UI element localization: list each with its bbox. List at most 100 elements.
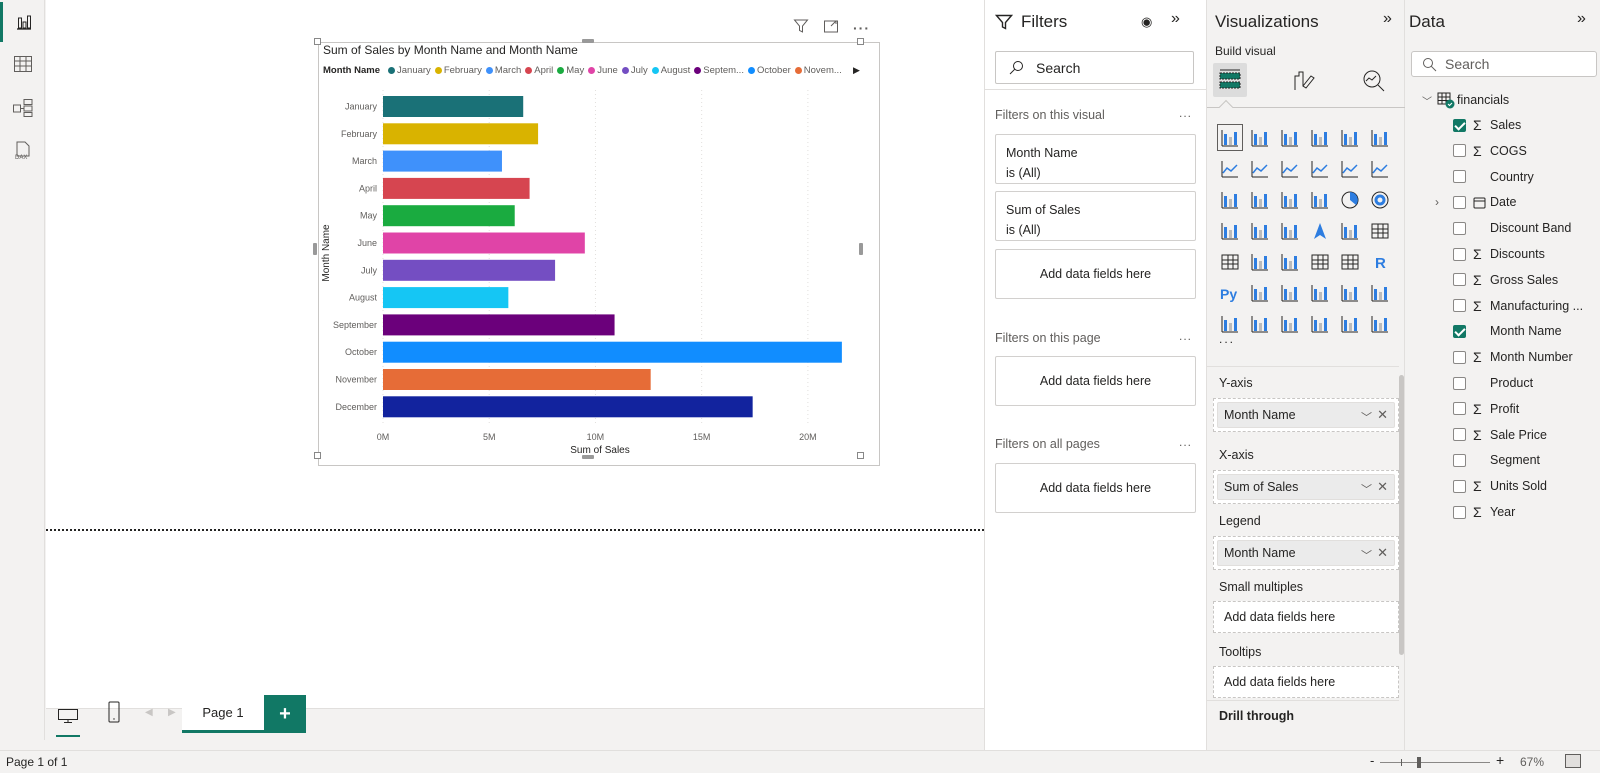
line-column-visual-button[interactable] bbox=[1335, 153, 1365, 184]
x-axis-well[interactable]: Sum of Sales ﹀ ✕ bbox=[1213, 470, 1399, 504]
collapse-visualizations-icon[interactable]: » bbox=[1383, 10, 1392, 28]
field-checkbox[interactable] bbox=[1453, 221, 1466, 235]
bar-june[interactable] bbox=[383, 232, 585, 254]
bar-november[interactable] bbox=[383, 369, 651, 390]
more-options-icon[interactable]: ... bbox=[1179, 329, 1192, 343]
zoom-out-button[interactable]: - bbox=[1370, 753, 1374, 768]
smart-narrative-visual-button[interactable] bbox=[1335, 277, 1365, 308]
add-all-pages-filter-field[interactable]: Add data fields here bbox=[995, 463, 1196, 513]
kpi-visual-button[interactable] bbox=[1245, 246, 1275, 277]
more-options-icon[interactable]: ... bbox=[1179, 106, 1192, 120]
field-checkbox[interactable] bbox=[1453, 118, 1466, 132]
decomposition-tree-visual-button[interactable] bbox=[1275, 277, 1305, 308]
more-visuals-button[interactable]: ... bbox=[1219, 332, 1235, 346]
filter-card-sum-of-sales[interactable]: Sum of Sales is (All) bbox=[995, 191, 1196, 241]
table-financials[interactable]: ﹀ financials bbox=[1405, 87, 1600, 113]
chevron-down-icon[interactable]: ﹀ bbox=[1361, 409, 1372, 425]
funnel-visual-button[interactable] bbox=[1275, 184, 1305, 215]
x-axis-field-pill[interactable]: Sum of Sales ﹀ ✕ bbox=[1217, 474, 1395, 500]
field-month-name[interactable]: Month Name bbox=[1405, 318, 1600, 344]
remove-field-icon[interactable]: ✕ bbox=[1377, 479, 1388, 495]
collapse-data-icon[interactable]: » bbox=[1577, 10, 1586, 28]
bar-may[interactable] bbox=[383, 205, 515, 227]
resize-handle[interactable] bbox=[314, 38, 321, 45]
filter-card-month-name[interactable]: Month Name is (All) bbox=[995, 134, 1196, 184]
field-gross-sales[interactable]: Σ Gross Sales bbox=[1405, 267, 1600, 293]
field-checkbox[interactable] bbox=[1453, 299, 1466, 313]
metrics-visual-button[interactable] bbox=[1365, 277, 1395, 308]
powerapps-diamond-visual-button[interactable] bbox=[1335, 308, 1365, 339]
treemap-visual-button[interactable] bbox=[1215, 215, 1245, 246]
field-units-sold[interactable]: Σ Units Sold bbox=[1405, 473, 1600, 499]
data-search-input[interactable]: Search bbox=[1411, 51, 1597, 77]
field-sale-price[interactable]: Σ Sale Price bbox=[1405, 422, 1600, 448]
resize-handle[interactable] bbox=[857, 38, 864, 45]
analytics-tab[interactable] bbox=[1357, 63, 1391, 97]
field-checkbox[interactable] bbox=[1453, 479, 1466, 493]
bar-february[interactable] bbox=[383, 123, 539, 145]
field-discounts[interactable]: Σ Discounts bbox=[1405, 241, 1600, 267]
bar-august[interactable] bbox=[383, 287, 509, 309]
power-apps-visual-button[interactable] bbox=[1245, 308, 1275, 339]
fit-to-page-button[interactable] bbox=[1565, 754, 1581, 768]
legend-field-pill[interactable]: Month Name ﹀ ✕ bbox=[1217, 540, 1395, 566]
field-profit[interactable]: Σ Profit bbox=[1405, 396, 1600, 422]
resize-handle[interactable] bbox=[857, 452, 864, 459]
bar-october[interactable] bbox=[383, 341, 842, 363]
more-chevron-visual-button[interactable] bbox=[1365, 308, 1395, 339]
100-stacked-column-visual-button[interactable] bbox=[1365, 122, 1395, 153]
clustered-column-visual-button[interactable] bbox=[1305, 122, 1335, 153]
page-next-arrow[interactable]: ▶ bbox=[168, 707, 176, 718]
visualizations-scrollbar[interactable] bbox=[1399, 375, 1404, 655]
remove-field-icon[interactable]: ✕ bbox=[1377, 407, 1388, 423]
waterfall-visual-button[interactable] bbox=[1245, 184, 1275, 215]
more-options-icon[interactable]: ··· bbox=[853, 20, 870, 36]
mobile-layout-button[interactable] bbox=[108, 701, 120, 728]
field-checkbox[interactable] bbox=[1453, 428, 1466, 442]
power-automate-visual-button[interactable] bbox=[1275, 308, 1305, 339]
field-checkbox[interactable] bbox=[1453, 144, 1466, 158]
bar-chart-visual[interactable]: Sum of Sales by Month Name and Month Nam… bbox=[318, 42, 880, 466]
eye-icon[interactable]: ◉ bbox=[1141, 14, 1152, 30]
field-year[interactable]: Σ Year bbox=[1405, 499, 1600, 525]
stacked-column-visual-button[interactable] bbox=[1245, 122, 1275, 153]
resize-handle[interactable] bbox=[314, 452, 321, 459]
field-product[interactable]: Product bbox=[1405, 370, 1600, 396]
zoom-slider[interactable] bbox=[1380, 757, 1490, 768]
line-clustered-column-visual-button[interactable] bbox=[1365, 153, 1395, 184]
100-stacked-area-visual-button[interactable] bbox=[1305, 153, 1335, 184]
y-axis-field-pill[interactable]: Month Name ﹀ ✕ bbox=[1217, 402, 1395, 428]
r-visual-visual-button[interactable]: R bbox=[1365, 246, 1395, 277]
resize-handle[interactable] bbox=[859, 243, 863, 255]
gauge-visual-button[interactable] bbox=[1335, 215, 1365, 246]
field-checkbox[interactable] bbox=[1453, 273, 1466, 287]
clustered-bar-visual-button[interactable] bbox=[1275, 122, 1305, 153]
field-manufacturing[interactable]: Σ Manufacturing ... bbox=[1405, 293, 1600, 319]
add-page-filter-field[interactable]: Add data fields here bbox=[995, 356, 1196, 406]
field-checkbox[interactable] bbox=[1453, 376, 1466, 390]
page-tab[interactable]: Page 1 bbox=[182, 695, 264, 733]
legend-well[interactable]: Month Name ﹀ ✕ bbox=[1213, 536, 1399, 570]
field-segment[interactable]: Segment bbox=[1405, 447, 1600, 473]
100-stacked-bar-visual-button[interactable] bbox=[1335, 122, 1365, 153]
focus-mode-icon[interactable] bbox=[823, 18, 839, 37]
tooltips-well[interactable]: Add data fields here bbox=[1213, 666, 1399, 698]
field-checkbox[interactable] bbox=[1453, 170, 1466, 184]
resize-handle[interactable] bbox=[313, 243, 317, 255]
desktop-layout-button[interactable] bbox=[56, 697, 80, 737]
add-visual-filter-field[interactable]: Add data fields here bbox=[995, 249, 1196, 299]
pie-visual-button[interactable] bbox=[1335, 184, 1365, 215]
key-influencers-visual-button[interactable] bbox=[1245, 277, 1275, 308]
map-visual-button[interactable] bbox=[1245, 215, 1275, 246]
format-visual-tab[interactable] bbox=[1287, 63, 1321, 97]
chevron-down-icon[interactable]: ﹀ bbox=[1361, 481, 1372, 497]
remove-field-icon[interactable]: ✕ bbox=[1377, 545, 1388, 561]
filters-search-input[interactable]: Search bbox=[995, 51, 1194, 84]
bar-july[interactable] bbox=[383, 259, 556, 281]
zoom-slider-thumb[interactable] bbox=[1416, 757, 1421, 768]
collapse-filters-icon[interactable]: » bbox=[1171, 10, 1180, 28]
qa-visual-button[interactable] bbox=[1305, 277, 1335, 308]
chevron-down-icon[interactable]: ﹀ bbox=[1361, 547, 1372, 563]
field-checkbox[interactable] bbox=[1453, 505, 1466, 519]
bar-march[interactable] bbox=[383, 150, 502, 172]
